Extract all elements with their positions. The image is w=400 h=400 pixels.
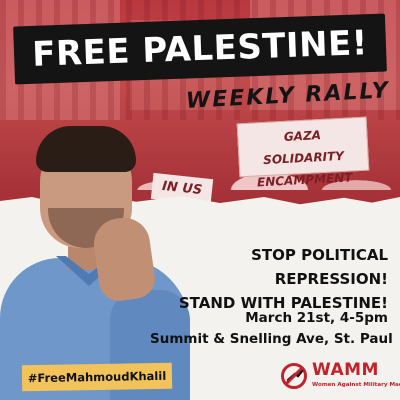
logo-name: WAMM [312, 360, 379, 380]
wamm-logo: WAMM Women Against Military Madness [280, 360, 400, 394]
banner-line-1: GAZA SOLIDARITY [262, 128, 345, 168]
hashtag-label: #FreeMahmoudKhalil [21, 362, 173, 392]
portrait-hair [36, 126, 136, 172]
portrait-hand [90, 214, 158, 304]
poster-title: FREE PALESTINE! [31, 23, 369, 75]
logo-tagline: Women Against Military Madness [312, 382, 400, 388]
gaza-solidarity-banner: GAZA SOLIDARITY ENCAMPMENT [236, 116, 370, 189]
rally-poster: GAZA SOLIDARITY ENCAMPMENT IN US FREE PA… [0, 0, 400, 400]
no-war-icon [281, 363, 307, 389]
headline: STOP POLITICAL REPRESSION! STAND WITH PA… [160, 243, 388, 315]
event-location: Summit & Snelling Ave, St. Paul [150, 331, 393, 347]
headline-line-1: STOP POLITICAL REPRESSION! [251, 246, 388, 288]
event-date-time: March 21st, 4-5pm [245, 310, 388, 326]
